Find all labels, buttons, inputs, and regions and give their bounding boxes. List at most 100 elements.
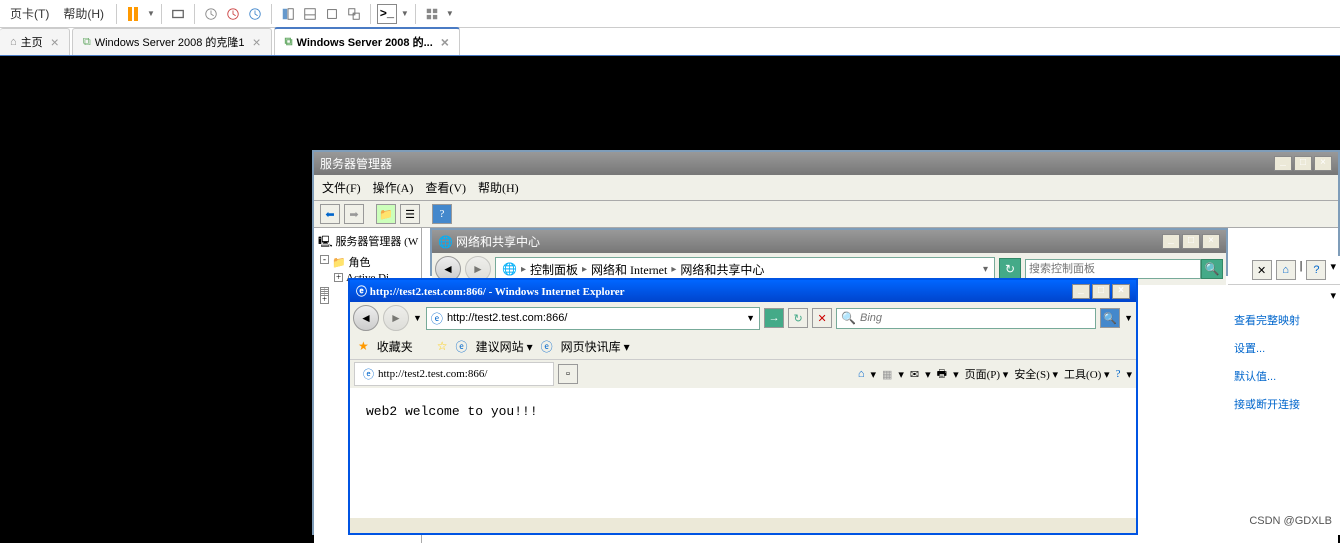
star-icon[interactable]: ★ <box>358 339 369 354</box>
close-button[interactable]: × <box>1112 284 1130 299</box>
dropdown-icon[interactable]: ▼ <box>446 9 454 18</box>
maximize-button[interactable]: □ <box>1294 156 1312 171</box>
ie-icon: ⓔ <box>363 366 374 382</box>
safety-menu[interactable]: 安全(S) ▾ <box>1014 366 1058 382</box>
up-button[interactable]: 📁 <box>376 204 396 224</box>
dropdown-icon[interactable]: ▾ <box>1330 290 1336 302</box>
minimize-button[interactable]: _ <box>1072 284 1090 299</box>
dropdown-icon[interactable]: ▼ <box>1124 313 1133 323</box>
body-text: web2 welcome to you!!! <box>366 404 538 419</box>
snapshot-icon[interactable] <box>168 4 188 24</box>
search-input[interactable] <box>860 312 1091 324</box>
maximize-button[interactable]: □ <box>1182 234 1200 249</box>
tree-roles[interactable]: -📁 角色 <box>318 253 417 271</box>
vm-icon: ⧉ <box>83 36 91 49</box>
tab-clone2[interactable]: ⧉ Windows Server 2008 的... × <box>274 27 460 55</box>
close-button[interactable]: × <box>1314 156 1332 171</box>
refresh-button[interactable]: ↻ <box>788 308 808 328</box>
clock-icon[interactable] <box>201 4 221 24</box>
forward-button[interactable]: ► <box>383 305 409 331</box>
pause-button[interactable] <box>123 4 143 24</box>
minimize-button[interactable]: _ <box>1274 156 1292 171</box>
forward-button[interactable]: ➡ <box>344 204 364 224</box>
close-icon[interactable]: × <box>252 34 260 50</box>
close-button[interactable]: × <box>1202 234 1220 249</box>
dropdown-icon[interactable]: ▼ <box>147 9 155 18</box>
bc-item[interactable]: 网络和共享中心 <box>680 261 764 278</box>
layout1-icon[interactable] <box>278 4 298 24</box>
grid-icon[interactable] <box>422 4 442 24</box>
layout3-icon[interactable] <box>322 4 342 24</box>
dropdown-icon[interactable]: ▾ <box>983 264 988 275</box>
favorites-label[interactable]: 收藏夹 <box>377 338 413 355</box>
browser-tab[interactable]: ⓔ http://test2.test.com:866/ <box>354 362 554 386</box>
separator <box>116 4 117 24</box>
close-icon[interactable]: × <box>441 34 449 50</box>
clock-red-icon[interactable] <box>223 4 243 24</box>
home-icon[interactable]: ⌂ <box>1276 260 1296 280</box>
help-button[interactable]: ? <box>432 204 452 224</box>
bc-item[interactable]: 网络和 Internet <box>591 261 667 278</box>
help-icon[interactable]: ? <box>1306 260 1326 280</box>
menu-action[interactable]: 操作(A) <box>373 179 414 196</box>
tab-clone1[interactable]: ⧉ Windows Server 2008 的克隆1 × <box>72 28 272 55</box>
link-settings[interactable]: 设置... <box>1228 334 1340 362</box>
back-button[interactable]: ⬅ <box>320 204 340 224</box>
dropdown-icon[interactable]: ▾ <box>1330 260 1336 280</box>
tab-home[interactable]: ⌂ 主页 × <box>0 28 70 55</box>
props-button[interactable]: ☰ <box>400 204 420 224</box>
url-input[interactable] <box>447 312 742 324</box>
window-titlebar[interactable]: 🌐 网络和共享中心 _ □ × <box>432 230 1226 253</box>
nav-icon[interactable]: ✕ <box>1252 260 1272 280</box>
tools-menu[interactable]: 工具(O) ▾ <box>1064 366 1110 382</box>
search-input[interactable] <box>1025 259 1201 279</box>
help-icon[interactable]: ? <box>1116 368 1121 380</box>
link-defaults[interactable]: 默认值... <box>1228 362 1340 390</box>
search-bar[interactable]: 🔍 <box>836 308 1096 329</box>
ie-icon: ⓔ <box>541 338 553 355</box>
separator <box>415 4 416 24</box>
suggested-sites[interactable]: 建议网站 ▾ <box>476 338 533 355</box>
clock-blue-icon[interactable] <box>245 4 265 24</box>
go-button[interactable]: → <box>764 308 784 328</box>
menu-tab[interactable]: 页卡(T) <box>4 2 55 25</box>
layout4-icon[interactable] <box>344 4 364 24</box>
window-titlebar[interactable]: ⓔ http://test2.test.com:866/ - Windows I… <box>350 280 1136 302</box>
new-tab-button[interactable]: ▫ <box>558 364 578 384</box>
menu-file[interactable]: 文件(F) <box>322 179 361 196</box>
mail-icon[interactable]: ✉ <box>910 368 919 381</box>
search-button[interactable]: 🔍 <box>1201 259 1223 279</box>
back-button[interactable]: ◄ <box>353 305 379 331</box>
page-menu[interactable]: 页面(P) ▾ <box>965 366 1009 382</box>
layout2-icon[interactable] <box>300 4 320 24</box>
minimize-button[interactable]: _ <box>1162 234 1180 249</box>
print-icon[interactable]: 🖶 <box>937 365 947 384</box>
window-title: 服务器管理器 <box>320 155 392 172</box>
link-disconnect[interactable]: 接或断开连接 <box>1228 390 1340 418</box>
rss-icon[interactable]: ▦ <box>882 368 892 381</box>
tree-root[interactable]: 🖳 服务器管理器 (W <box>318 232 417 253</box>
refresh-button[interactable]: ↻ <box>999 258 1021 280</box>
window-titlebar[interactable]: 服务器管理器 _ □ × <box>314 152 1338 175</box>
link-full-mapping[interactable]: 查看完整映射 <box>1228 306 1340 334</box>
home-icon[interactable]: ⌂ <box>858 368 865 380</box>
dropdown-icon[interactable]: ▼ <box>413 313 422 323</box>
menu-help[interactable]: 帮助(H) <box>57 2 110 25</box>
menu-help[interactable]: 帮助(H) <box>478 179 519 196</box>
dropdown-icon[interactable]: ▼ <box>401 9 409 18</box>
bc-item[interactable]: 控制面板 <box>530 261 578 278</box>
search-icon: 🔍 <box>841 311 856 326</box>
ie-icon: ⓔ <box>431 310 443 327</box>
console-icon[interactable]: >_ <box>377 4 397 24</box>
web-slice-gallery[interactable]: 网页快讯库 ▾ <box>561 338 630 355</box>
close-icon[interactable]: × <box>51 34 59 50</box>
tab-title: http://test2.test.com:866/ <box>378 368 487 380</box>
address-bar[interactable]: ⓔ ▼ <box>426 307 760 330</box>
toolbar: ⬅ ➡ 📁 ☰ ? <box>314 201 1338 228</box>
star-add-icon[interactable]: ☆ <box>437 339 448 354</box>
menu-view[interactable]: 查看(V) <box>425 179 466 196</box>
dropdown-icon[interactable]: ▼ <box>746 313 755 323</box>
maximize-button[interactable]: □ <box>1092 284 1110 299</box>
stop-button[interactable]: ✕ <box>812 308 832 328</box>
search-button[interactable]: 🔍 <box>1100 308 1120 328</box>
